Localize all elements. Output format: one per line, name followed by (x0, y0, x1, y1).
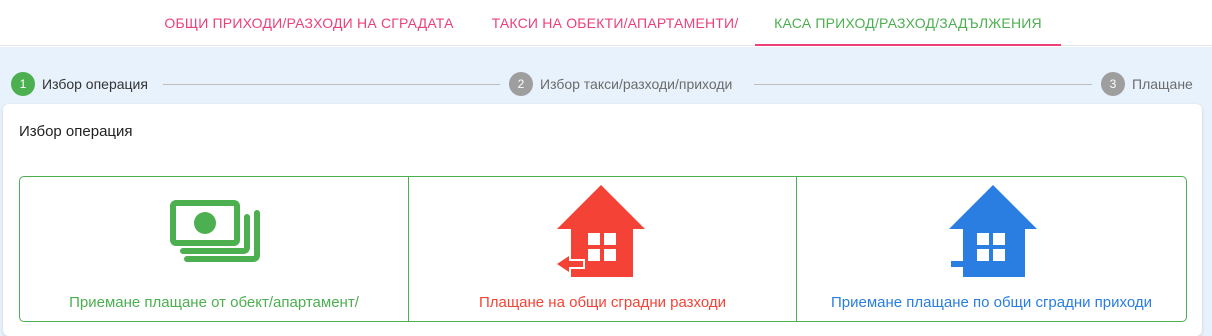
money-icon (170, 200, 260, 262)
tab-unit-fees[interactable]: ТАКСИ НА ОБЕКТИ/АПАРТАМЕНТИ/ (478, 0, 752, 46)
panel-title: Избор операция (19, 123, 133, 140)
house-incoming-icon (949, 185, 1037, 277)
step-select-operation[interactable]: 1 Избор операция (11, 72, 148, 96)
tab-cash-desk[interactable]: КАСА ПРИХОД/РАЗХОД/ЗАДЪЛЖЕНИЯ (755, 0, 1061, 46)
option-pay-building-expenses[interactable]: Плащане на общи сградни разходи (409, 177, 797, 321)
option-label-receive-building-income: Приемане плащане по общи сградни приходи (831, 294, 1152, 311)
step-label-2: Избор такси/разходи/приходи (540, 76, 733, 92)
step-connector-1 (163, 84, 500, 85)
step-label-3: Плащане (1132, 76, 1193, 92)
step-number-3: 3 (1101, 72, 1125, 96)
top-tab-bar: ОБЩИ ПРИХОДИ/РАЗХОДИ НА СГРАДАТА ТАКСИ Н… (0, 0, 1212, 46)
step-connector-2 (754, 84, 1092, 85)
option-label-pay-building-expenses: Плащане на общи сградни разходи (478, 294, 727, 311)
option-receive-building-income[interactable]: Приемане плащане по общи сградни приходи (797, 177, 1186, 321)
step-select-fees[interactable]: 2 Избор такси/разходи/приходи (509, 72, 732, 96)
step-label-1: Избор операция (42, 76, 148, 92)
option-label-receive-unit-payment: Приемане плащане от обект/апартамент/ (69, 294, 359, 311)
tab-building-income-expenses[interactable]: ОБЩИ ПРИХОДИ/РАЗХОДИ НА СГРАДАТА (146, 0, 472, 46)
operation-options: Приемане плащане от обект/апартамент/ Пл… (19, 176, 1187, 322)
step-number-2: 2 (509, 72, 533, 96)
option-receive-unit-payment[interactable]: Приемане плащане от обект/апартамент/ (20, 177, 409, 321)
house-outgoing-icon (557, 185, 645, 277)
step-number-1: 1 (11, 72, 35, 96)
step-payment[interactable]: 3 Плащане (1101, 72, 1193, 96)
